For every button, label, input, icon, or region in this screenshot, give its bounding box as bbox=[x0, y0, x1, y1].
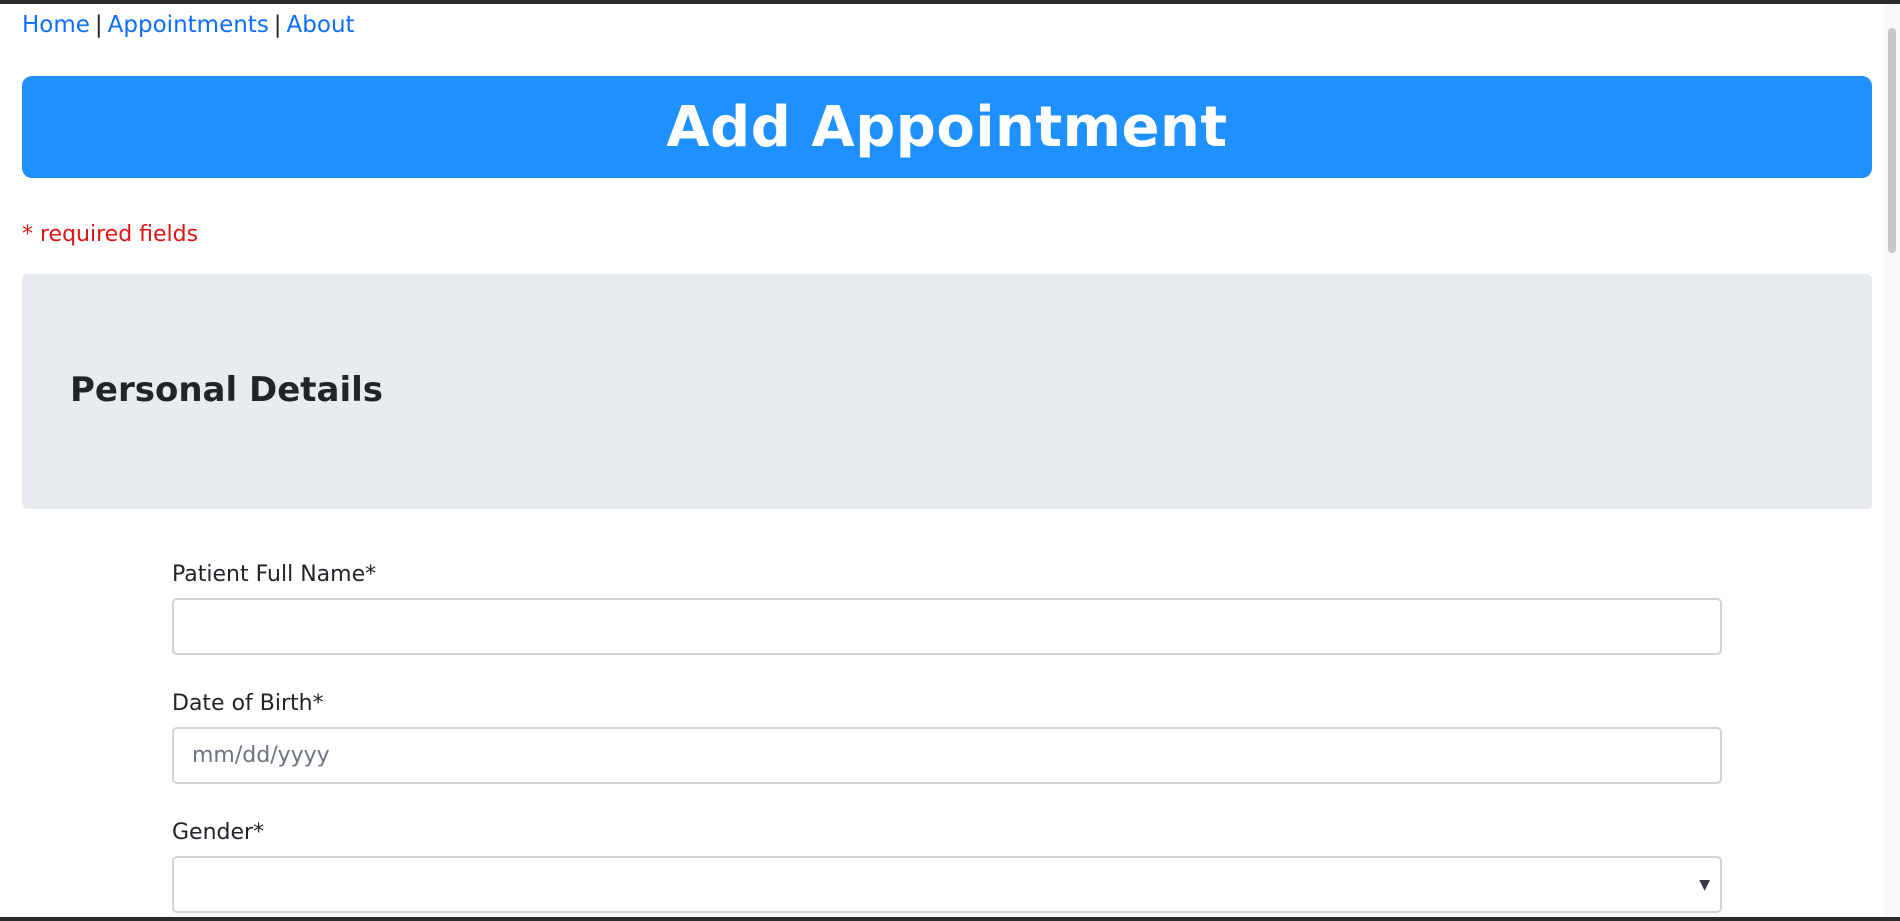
section-title: Personal Details bbox=[70, 370, 384, 410]
gender-label: Gender* bbox=[172, 820, 265, 845]
nav-link-home[interactable]: Home bbox=[22, 12, 90, 38]
scrollbar-thumb[interactable] bbox=[1888, 28, 1896, 253]
nav-link-about[interactable]: About bbox=[287, 12, 355, 38]
dob-input[interactable]: mm/dd/yyyy bbox=[172, 727, 1722, 784]
required-fields-note: * required fields bbox=[22, 222, 199, 247]
nav-separator: | bbox=[94, 12, 103, 38]
chevron-down-icon: ▼ bbox=[1699, 876, 1710, 893]
vertical-scrollbar[interactable] bbox=[1884, 4, 1900, 916]
full-name-input[interactable] bbox=[172, 598, 1722, 655]
dob-label: Date of Birth* bbox=[172, 691, 324, 716]
page-header-banner: Add Appointment bbox=[22, 76, 1872, 178]
gender-select[interactable]: ▼ bbox=[172, 856, 1722, 913]
page-title: Add Appointment bbox=[666, 94, 1228, 160]
window-bottom-border bbox=[0, 917, 1900, 921]
personal-details-section: Personal Details bbox=[22, 274, 1872, 509]
nav-separator: | bbox=[273, 12, 282, 38]
full-name-label: Patient Full Name* bbox=[172, 562, 377, 587]
nav-link-appointments[interactable]: Appointments bbox=[108, 12, 269, 38]
gender-field-group: Gender* ▼ bbox=[172, 818, 1722, 913]
top-nav: Home | Appointments | About bbox=[22, 10, 355, 40]
dob-field-group: Date of Birth* mm/dd/yyyy bbox=[172, 689, 1722, 784]
window-top-border bbox=[0, 0, 1900, 4]
full-name-field-group: Patient Full Name* bbox=[172, 560, 1722, 655]
